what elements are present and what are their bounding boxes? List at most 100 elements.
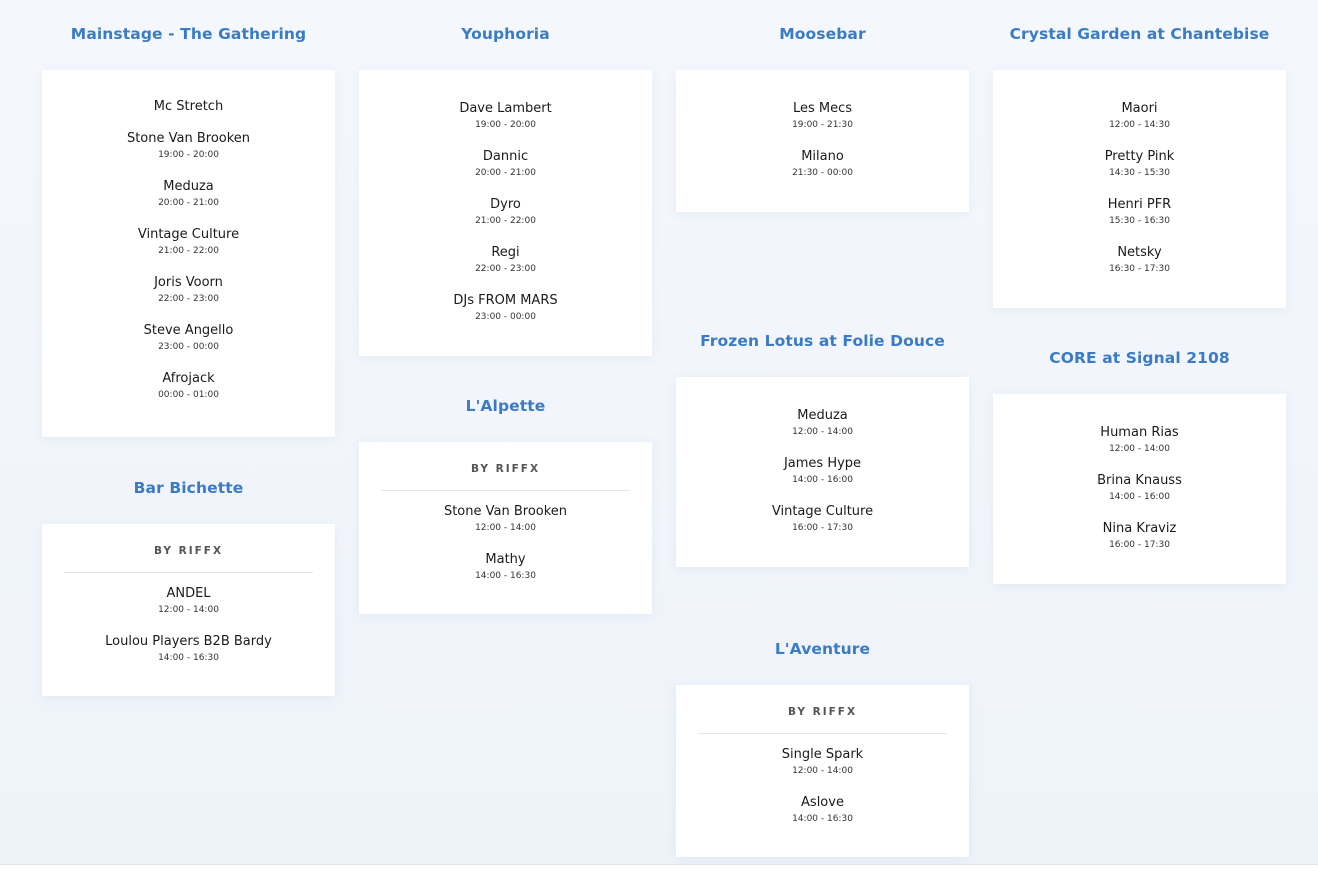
act-name: Afrojack <box>162 371 215 386</box>
venue-mainstage: Mainstage - The Gathering Mc Stretch Sto… <box>42 14 335 437</box>
venue-card: Les Mecs 19:00 - 21:30 Milano 21:30 - 00… <box>676 70 969 212</box>
act: James Hype 14:00 - 16:00 <box>676 455 969 503</box>
venue-moosebar: Moosebar Les Mecs 19:00 - 21:30 Milano 2… <box>676 14 969 212</box>
act-name: Netsky <box>1117 245 1162 260</box>
act-time: 22:00 - 23:00 <box>475 264 536 274</box>
act: Les Mecs 19:00 - 21:30 <box>676 100 969 148</box>
act-name: Vintage Culture <box>137 227 240 242</box>
act: Netsky 16:30 - 17:30 <box>993 244 1286 292</box>
act-time: 16:00 - 17:30 <box>792 523 853 533</box>
act-time: 12:00 - 14:30 <box>1109 120 1170 130</box>
venue-frozen-lotus: Frozen Lotus at Folie Douce Meduza 12:00… <box>676 321 969 567</box>
venue-laventure: L'Aventure BY RIFFX Single Spark 12:00 -… <box>676 629 969 857</box>
act-time: 22:00 - 23:00 <box>158 294 219 304</box>
act-time: 21:00 - 22:00 <box>158 246 219 256</box>
venue-card: Mc Stretch Stone Van Brooken 19:00 - 20:… <box>42 70 335 437</box>
act-name: Nina Kraviz <box>1102 521 1177 536</box>
act-name: Dyro <box>490 197 521 212</box>
venue-title: L'Aventure <box>774 640 871 658</box>
act: Steve Angello 23:00 - 00:00 <box>42 322 335 370</box>
act: Nina Kraviz 16:00 - 17:30 <box>993 520 1286 568</box>
act-name: James Hype <box>783 456 862 471</box>
act-name: Stone Van Brooken <box>126 131 251 146</box>
act-name: Stone Van Brooken <box>443 504 568 519</box>
venue-title: L'Alpette <box>465 397 546 415</box>
act-name: Single Spark <box>781 747 864 762</box>
act: Human Rias 12:00 - 14:00 <box>993 424 1286 472</box>
act-time: 12:00 - 14:00 <box>792 766 853 776</box>
act-time: 20:00 - 21:00 <box>158 198 219 208</box>
venue-card: Meduza 12:00 - 14:00 James Hype 14:00 - … <box>676 377 969 567</box>
act-name: Mathy <box>485 552 526 567</box>
act-name: Meduza <box>797 408 848 423</box>
venue-card: BY RIFFX Stone Van Brooken 12:00 - 14:00… <box>359 442 652 614</box>
act-name: Mc Stretch <box>153 99 224 114</box>
venue-bar-bichette: Bar Bichette BY RIFFX ANDEL 12:00 - 14:0… <box>42 468 335 696</box>
host-label: BY RIFFX <box>470 463 541 475</box>
venue-crystal-garden: Crystal Garden at Chantebise Maori 12:00… <box>993 14 1286 308</box>
act-time: 23:00 - 00:00 <box>475 312 536 322</box>
act: Loulou Players B2B Bardy 14:00 - 16:30 <box>42 633 335 681</box>
venue-title: Frozen Lotus at Folie Douce <box>700 332 945 350</box>
act: Pretty Pink 14:30 - 15:30 <box>993 148 1286 196</box>
venue-card: BY RIFFX ANDEL 12:00 - 14:00 Loulou Play… <box>42 524 335 696</box>
act-time: 14:30 - 15:30 <box>1109 168 1170 178</box>
page-bottom-bar <box>0 865 1318 873</box>
act: Milano 21:30 - 00:00 <box>676 148 969 196</box>
act: Vintage Culture 21:00 - 22:00 <box>42 226 335 274</box>
act: Stone Van Brooken 19:00 - 20:00 <box>42 130 335 178</box>
act-time: 12:00 - 14:00 <box>158 605 219 615</box>
act-time: 14:00 - 16:00 <box>792 475 853 485</box>
act-name: Dave Lambert <box>459 101 552 116</box>
act-time: 14:00 - 16:30 <box>792 814 853 824</box>
act: Maori 12:00 - 14:30 <box>993 100 1286 148</box>
act: Dyro 21:00 - 22:00 <box>359 196 652 244</box>
venue-title: Moosebar <box>779 25 866 43</box>
venue-card: BY RIFFX Single Spark 12:00 - 14:00 Aslo… <box>676 685 969 857</box>
venue-youphoria: Youphoria Dave Lambert 19:00 - 20:00 Dan… <box>359 14 652 356</box>
act: Mathy 14:00 - 16:30 <box>359 551 652 599</box>
divider <box>64 572 313 573</box>
act: DJs FROM MARS 23:00 - 00:00 <box>359 292 652 340</box>
act-time: 19:00 - 20:00 <box>475 120 536 130</box>
act-time: 12:00 - 14:00 <box>475 523 536 533</box>
act-time: 14:00 - 16:00 <box>1109 492 1170 502</box>
act: Henri PFR 15:30 - 16:30 <box>993 196 1286 244</box>
act-time: 19:00 - 20:00 <box>158 150 219 160</box>
act: Dannic 20:00 - 21:00 <box>359 148 652 196</box>
act-name: Aslove <box>801 795 844 810</box>
act-time: 19:00 - 21:30 <box>792 120 853 130</box>
venue-title: Bar Bichette <box>133 479 244 497</box>
act-time: 12:00 - 14:00 <box>792 427 853 437</box>
venue-title: CORE at Signal 2108 <box>1049 349 1230 367</box>
act: Aslove 14:00 - 16:30 <box>676 794 969 842</box>
host-label: BY RIFFX <box>787 706 858 718</box>
act-name: Brina Knauss <box>1097 473 1182 488</box>
act: Afrojack 00:00 - 01:00 <box>42 370 335 418</box>
act-name: Les Mecs <box>792 101 853 116</box>
act-name: Maori <box>1121 101 1158 116</box>
act: Joris Voorn 22:00 - 23:00 <box>42 274 335 322</box>
venue-title: Crystal Garden at Chantebise <box>1009 25 1270 43</box>
venue-core-signal: CORE at Signal 2108 Human Rias 12:00 - 1… <box>993 338 1286 584</box>
act: Stone Van Brooken 12:00 - 14:00 <box>359 503 652 551</box>
act-name: Human Rias <box>1100 425 1179 440</box>
act: Dave Lambert 19:00 - 20:00 <box>359 100 652 148</box>
act: Meduza 12:00 - 14:00 <box>676 407 969 455</box>
act-time: 21:00 - 22:00 <box>475 216 536 226</box>
act-time: 00:00 - 01:00 <box>158 390 219 400</box>
act: Meduza 20:00 - 21:00 <box>42 178 335 226</box>
act: Brina Knauss 14:00 - 16:00 <box>993 472 1286 520</box>
act-time: 14:00 - 16:30 <box>158 653 219 663</box>
act-name: Henri PFR <box>1107 197 1172 212</box>
act-time: 21:30 - 00:00 <box>792 168 853 178</box>
divider <box>381 490 630 491</box>
venue-title: Youphoria <box>461 25 550 43</box>
host-label: BY RIFFX <box>153 545 224 557</box>
act-name: Milano <box>801 149 844 164</box>
act-time: 23:00 - 00:00 <box>158 342 219 352</box>
act-name: Pretty Pink <box>1104 149 1175 164</box>
act: Regi 22:00 - 23:00 <box>359 244 652 292</box>
act-time: 15:30 - 16:30 <box>1109 216 1170 226</box>
act-name: Dannic <box>482 149 529 164</box>
